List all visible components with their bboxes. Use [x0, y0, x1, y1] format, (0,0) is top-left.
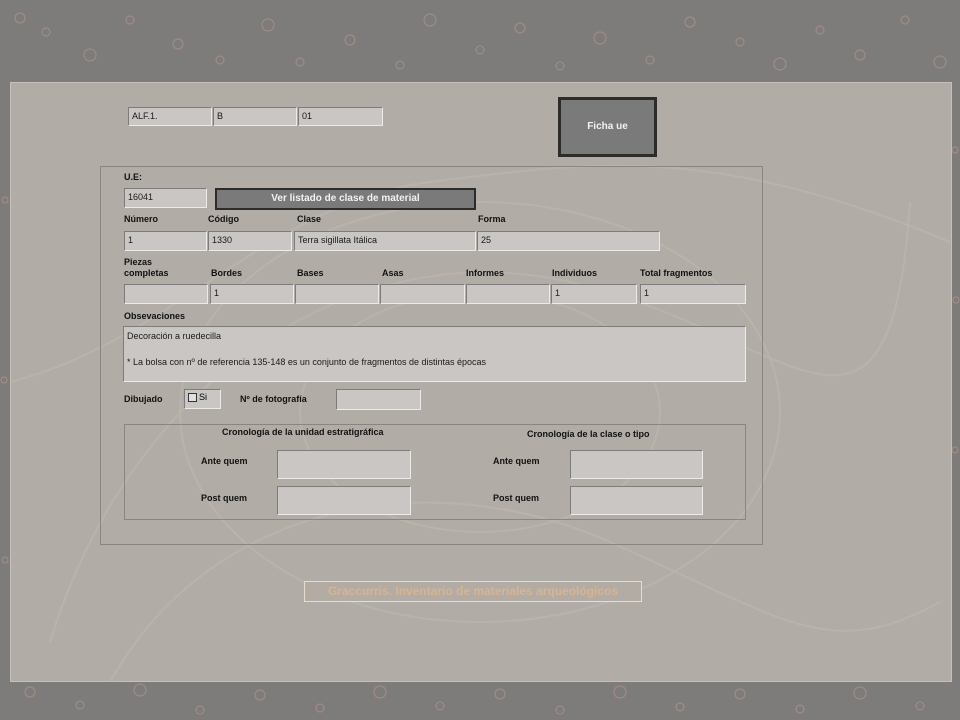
- piezas-field[interactable]: [124, 284, 208, 304]
- code-field-2[interactable]: B: [213, 107, 297, 126]
- bordes-field[interactable]: 1: [210, 284, 294, 304]
- dibujado-checkbox[interactable]: Si: [184, 389, 221, 409]
- individuos-label: Individuos: [552, 268, 597, 278]
- clase-post-quem-field[interactable]: [570, 486, 703, 515]
- checkbox-icon[interactable]: [188, 393, 197, 403]
- ue-label: U.E:: [124, 172, 142, 182]
- codigo-label: Código: [208, 214, 239, 224]
- observaciones-field[interactable]: Decoración a ruedecilla * La bolsa con n…: [123, 326, 746, 382]
- informes-label: Informes: [466, 268, 505, 278]
- dibujado-checkbox-label: Si: [199, 392, 208, 402]
- observaciones-label: Obsevaciones: [124, 311, 186, 321]
- cronologia-unidad-title: Cronología de la unidad estratigráfica: [222, 427, 384, 437]
- piezas-label-line1: Piezas: [124, 257, 153, 267]
- total-fragmentos-field[interactable]: 1: [640, 284, 746, 304]
- forma-field[interactable]: 25: [477, 231, 660, 251]
- individuos-field[interactable]: 1: [551, 284, 637, 304]
- asas-label: Asas: [382, 268, 404, 278]
- bases-field[interactable]: [295, 284, 379, 304]
- unidad-ante-quem-label: Ante quem: [201, 456, 248, 466]
- ue-field[interactable]: 16041: [124, 188, 207, 208]
- ficha-ue-button[interactable]: Ficha ue: [558, 97, 657, 157]
- observaciones-line2: * La bolsa con nº de referencia 135-148 …: [127, 357, 487, 367]
- footer-title: Graccurris. Inventario de materiales arq…: [304, 581, 642, 602]
- clase-field[interactable]: Terra sigillata Itálica: [294, 231, 476, 251]
- foto-field[interactable]: [336, 389, 421, 410]
- unidad-post-quem-field[interactable]: [277, 486, 411, 515]
- piezas-label: Piezas completas: [124, 257, 169, 279]
- foto-label: Nº de fotografía: [240, 394, 307, 404]
- observaciones-line1: Decoración a ruedecilla: [127, 331, 222, 341]
- clase-post-quem-label: Post quem: [493, 493, 540, 503]
- numero-field[interactable]: 1: [124, 231, 207, 251]
- code-field-1[interactable]: ALF.1.: [128, 107, 212, 126]
- total-fragmentos-label: Total fragmentos: [640, 268, 713, 278]
- asas-field[interactable]: [380, 284, 465, 304]
- dibujado-label: Dibujado: [124, 394, 163, 404]
- bases-label: Bases: [297, 268, 324, 278]
- ver-listado-button[interactable]: Ver listado de clase de material: [215, 188, 476, 210]
- informes-field[interactable]: [466, 284, 550, 304]
- unidad-ante-quem-field[interactable]: [277, 450, 411, 479]
- clase-ante-quem-field[interactable]: [570, 450, 703, 479]
- numero-label: Número: [124, 214, 159, 224]
- piezas-label-line2: completas: [124, 268, 169, 278]
- unidad-post-quem-label: Post quem: [201, 493, 248, 503]
- code-field-3[interactable]: 01: [298, 107, 383, 126]
- clase-label: Clase: [297, 214, 322, 224]
- clase-ante-quem-label: Ante quem: [493, 456, 540, 466]
- codigo-field[interactable]: 1330: [208, 231, 292, 251]
- bordes-label: Bordes: [211, 268, 243, 278]
- forma-label: Forma: [478, 214, 506, 224]
- cronologia-clase-title: Cronología de la clase o tipo: [527, 429, 650, 439]
